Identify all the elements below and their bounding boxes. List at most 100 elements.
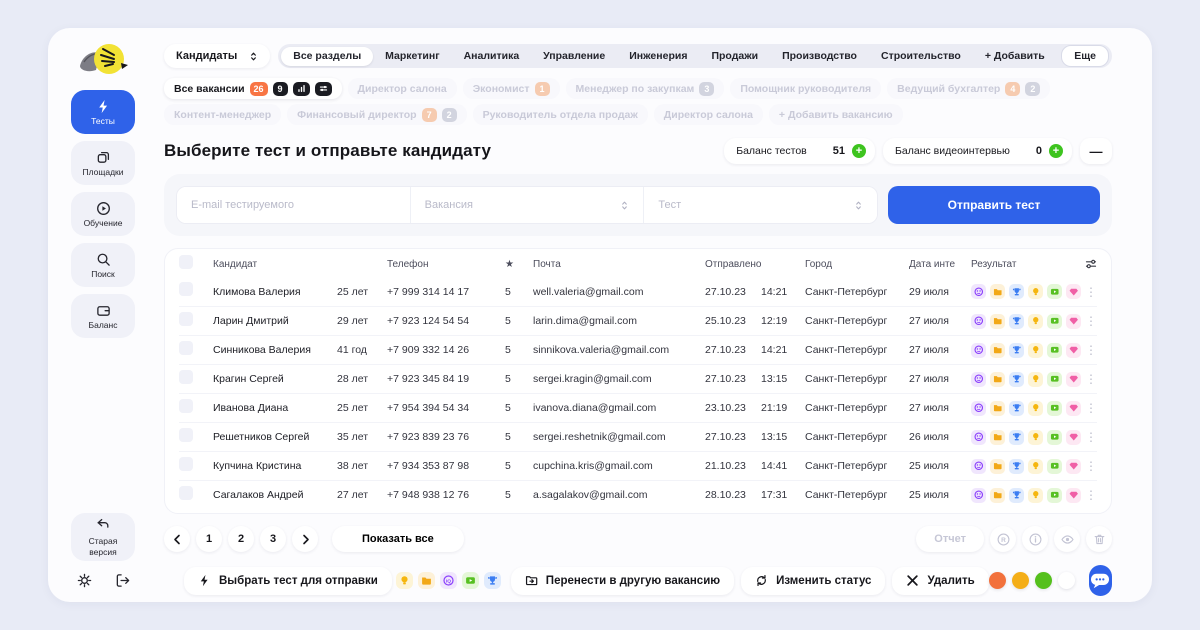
- video-icon[interactable]: [1047, 284, 1062, 299]
- bulb-icon[interactable]: [1028, 284, 1043, 299]
- entity-select[interactable]: Кандидаты: [164, 44, 270, 68]
- video-icon[interactable]: [1047, 343, 1062, 358]
- info-button[interactable]: [1022, 526, 1048, 552]
- delete-button[interactable]: Удалить: [892, 567, 988, 595]
- row-menu-button[interactable]: ⋮: [1081, 344, 1097, 356]
- columns-filter-icon[interactable]: [1081, 258, 1097, 270]
- row-checkbox[interactable]: [179, 312, 193, 326]
- trophy-icon[interactable]: [484, 572, 501, 589]
- row-checkbox[interactable]: [179, 486, 193, 500]
- tab-more[interactable]: Еще: [1061, 45, 1109, 67]
- bulb-icon[interactable]: [1028, 343, 1043, 358]
- trophy-icon[interactable]: [1009, 284, 1024, 299]
- trash-button[interactable]: [1086, 526, 1112, 552]
- folder-icon[interactable]: [990, 284, 1005, 299]
- trophy-icon[interactable]: [1009, 430, 1024, 445]
- gem-icon[interactable]: [1066, 284, 1081, 299]
- status-dot-2[interactable]: [1035, 572, 1052, 589]
- bulb-icon[interactable]: [1028, 372, 1043, 387]
- row-menu-button[interactable]: ⋮: [1081, 286, 1097, 298]
- gem-icon[interactable]: [1066, 401, 1081, 416]
- move-to-vacancy-button[interactable]: Перенести в другую вакансию: [511, 567, 734, 595]
- gem-icon[interactable]: [1066, 343, 1081, 358]
- row-menu-button[interactable]: ⋮: [1081, 373, 1097, 385]
- vacancy-chip[interactable]: Директор салона: [348, 78, 457, 99]
- folder-icon[interactable]: [990, 430, 1005, 445]
- smiley-icon[interactable]: [971, 459, 986, 474]
- select-test-button[interactable]: Выбрать тест для отправки: [184, 567, 392, 595]
- video-icon[interactable]: [462, 572, 479, 589]
- vacancy-chip[interactable]: Финансовый директор72: [287, 104, 466, 125]
- video-icon[interactable]: [1047, 459, 1062, 474]
- sidebar-item-platforms[interactable]: Площадки: [71, 141, 135, 185]
- vacancy-select[interactable]: Вакансия: [411, 187, 645, 223]
- sidebar-item-search[interactable]: Поиск: [71, 243, 135, 287]
- logout-button[interactable]: [110, 570, 134, 590]
- vacancy-chip[interactable]: Директор салона: [654, 104, 763, 125]
- folder-icon[interactable]: [418, 572, 435, 589]
- tab-6[interactable]: Производство: [770, 47, 869, 66]
- gem-icon[interactable]: [1066, 372, 1081, 387]
- chat-button[interactable]: [1089, 565, 1112, 596]
- status-dot-3[interactable]: [1058, 572, 1075, 589]
- bulb-icon[interactable]: [1028, 430, 1043, 445]
- trophy-icon[interactable]: [1009, 314, 1024, 329]
- smiley-icon[interactable]: [971, 372, 986, 387]
- vacancy-chip[interactable]: Руководитель отдела продаж: [473, 104, 648, 125]
- bulb-icon[interactable]: [1028, 459, 1043, 474]
- folder-icon[interactable]: [990, 488, 1005, 503]
- change-status-button[interactable]: Изменить статус: [741, 567, 885, 595]
- iq-icon[interactable]: IQ: [440, 572, 457, 589]
- settings-button[interactable]: [72, 570, 96, 590]
- vacancy-chip[interactable]: Контент-менеджер: [164, 104, 281, 125]
- sidebar-item-tests[interactable]: Тесты: [71, 90, 135, 134]
- email-input[interactable]: [177, 187, 411, 223]
- next-page-button[interactable]: [292, 526, 318, 552]
- page-button-3[interactable]: 3: [260, 526, 286, 552]
- row-menu-button[interactable]: ⋮: [1081, 460, 1097, 472]
- smiley-icon[interactable]: [971, 314, 986, 329]
- tab-3[interactable]: Управление: [531, 47, 617, 66]
- vacancy-chip[interactable]: Ведущий бухгалтер42: [887, 78, 1050, 99]
- row-menu-button[interactable]: ⋮: [1081, 315, 1097, 327]
- bulb-icon[interactable]: [1028, 488, 1043, 503]
- status-dot-1[interactable]: [1012, 572, 1029, 589]
- folder-icon[interactable]: [990, 372, 1005, 387]
- trophy-icon[interactable]: [1009, 488, 1024, 503]
- page-button-1[interactable]: 1: [196, 526, 222, 552]
- row-checkbox[interactable]: [179, 457, 193, 471]
- eye-button[interactable]: [1054, 526, 1080, 552]
- smiley-icon[interactable]: [971, 343, 986, 358]
- row-checkbox[interactable]: [179, 399, 193, 413]
- sidebar-item-learning[interactable]: Обучение: [71, 192, 135, 236]
- row-checkbox[interactable]: [179, 370, 193, 384]
- bulb-icon[interactable]: [1028, 314, 1043, 329]
- row-checkbox[interactable]: [179, 282, 193, 296]
- topup-button[interactable]: +: [852, 144, 866, 158]
- smiley-icon[interactable]: [971, 284, 986, 299]
- trophy-icon[interactable]: [1009, 459, 1024, 474]
- topup-button[interactable]: +: [1049, 144, 1063, 158]
- sidebar-item-balance[interactable]: Баланс: [71, 294, 135, 338]
- smiley-icon[interactable]: [971, 488, 986, 503]
- vacancy-chip[interactable]: + Добавить вакансию: [769, 104, 903, 125]
- gem-icon[interactable]: [1066, 459, 1081, 474]
- page-button-2[interactable]: 2: [228, 526, 254, 552]
- bulb-icon[interactable]: [396, 572, 413, 589]
- tab-4[interactable]: Инженерия: [617, 47, 699, 66]
- folder-icon[interactable]: [990, 314, 1005, 329]
- tab-8[interactable]: + Добавить: [973, 47, 1057, 66]
- folder-icon[interactable]: [990, 343, 1005, 358]
- row-menu-button[interactable]: ⋮: [1081, 489, 1097, 501]
- row-menu-button[interactable]: ⋮: [1081, 402, 1097, 414]
- video-icon[interactable]: [1047, 372, 1062, 387]
- folder-icon[interactable]: [990, 459, 1005, 474]
- video-icon[interactable]: [1047, 430, 1062, 445]
- vacancy-chip[interactable]: Помощник руководителя: [730, 78, 881, 99]
- r-circle-button[interactable]: R: [990, 526, 1016, 552]
- old-version-button[interactable]: Старая версия: [71, 513, 135, 561]
- tab-5[interactable]: Продажи: [699, 47, 770, 66]
- tab-0[interactable]: Все разделы: [281, 47, 373, 66]
- tab-2[interactable]: Аналитика: [452, 47, 532, 66]
- prev-page-button[interactable]: [164, 526, 190, 552]
